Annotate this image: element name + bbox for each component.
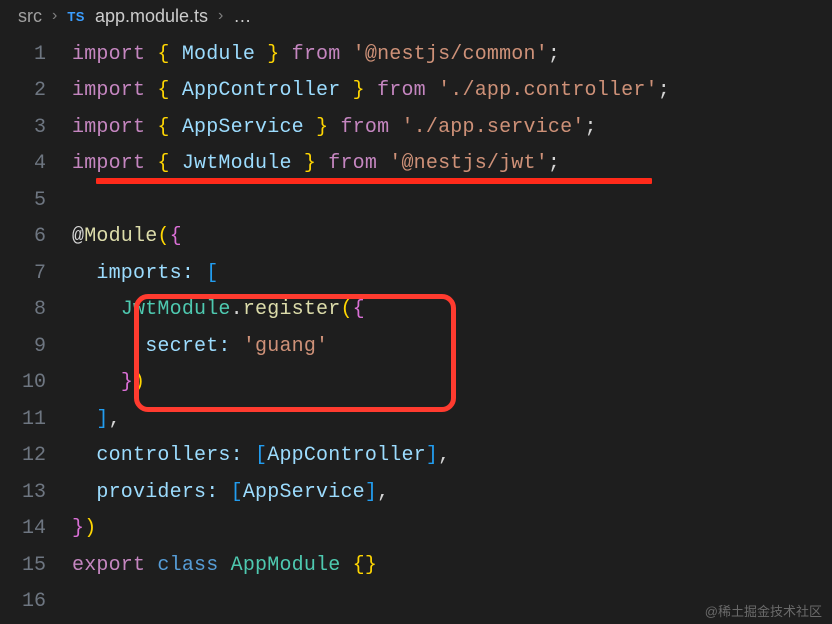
code-text: export class AppModule {}: [72, 554, 377, 577]
code-text: }): [72, 517, 96, 540]
line-number: 5: [0, 189, 72, 212]
code-line[interactable]: 1 import { Module } from '@nestjs/common…: [0, 36, 832, 73]
code-line[interactable]: 13 providers: [AppService],: [0, 474, 832, 511]
breadcrumb-more[interactable]: …: [233, 6, 251, 27]
code-line[interactable]: 3 import { AppService } from './app.serv…: [0, 109, 832, 146]
code-line[interactable]: 10 }): [0, 365, 832, 402]
code-text: secret: 'guang': [72, 335, 328, 358]
code-line[interactable]: 9 secret: 'guang': [0, 328, 832, 365]
line-number: 15: [0, 554, 72, 577]
line-number: 11: [0, 408, 72, 431]
code-line[interactable]: 7 imports: [: [0, 255, 832, 292]
breadcrumb[interactable]: src › TS app.module.ts › …: [0, 0, 832, 32]
chevron-right-icon: ›: [218, 7, 223, 25]
code-text: ],: [72, 408, 121, 431]
line-number: 4: [0, 152, 72, 175]
code-text: import { Module } from '@nestjs/common';: [72, 43, 560, 66]
code-line[interactable]: 11 ],: [0, 401, 832, 438]
code-text: import { AppService } from './app.servic…: [72, 116, 597, 139]
line-number: 3: [0, 116, 72, 139]
line-number: 2: [0, 79, 72, 102]
line-number: 6: [0, 225, 72, 248]
line-number: 7: [0, 262, 72, 285]
code-text: @Module({: [72, 225, 182, 248]
watermark: @稀土掘金技术社区: [705, 601, 822, 620]
code-editor[interactable]: 1 import { Module } from '@nestjs/common…: [0, 32, 832, 620]
line-number: 8: [0, 298, 72, 321]
code-text: import { JwtModule } from '@nestjs/jwt';: [72, 152, 560, 175]
code-text: controllers: [AppController],: [72, 444, 450, 467]
line-number: 13: [0, 481, 72, 504]
line-number: 16: [0, 590, 72, 613]
code-line[interactable]: 5: [0, 182, 832, 219]
code-text: JwtModule.register({: [72, 298, 365, 321]
code-text: providers: [AppService],: [72, 481, 389, 504]
code-line[interactable]: 8 JwtModule.register({: [0, 292, 832, 329]
code-line[interactable]: 4 import { JwtModule } from '@nestjs/jwt…: [0, 146, 832, 183]
code-text: import { AppController } from './app.con…: [72, 79, 670, 102]
code-line[interactable]: 2 import { AppController } from './app.c…: [0, 73, 832, 110]
annotation-underline: [96, 178, 652, 184]
code-line[interactable]: 12 controllers: [AppController],: [0, 438, 832, 475]
line-number: 14: [0, 517, 72, 540]
code-text: imports: [: [72, 262, 218, 285]
breadcrumb-folder[interactable]: src: [18, 6, 42, 27]
code-line[interactable]: 15 export class AppModule {}: [0, 547, 832, 584]
line-number: 12: [0, 444, 72, 467]
line-number: 9: [0, 335, 72, 358]
code-line[interactable]: 14 }): [0, 511, 832, 548]
code-line[interactable]: 6 @Module({: [0, 219, 832, 256]
chevron-right-icon: ›: [52, 7, 57, 25]
breadcrumb-file[interactable]: app.module.ts: [95, 6, 208, 27]
typescript-icon: TS: [67, 9, 85, 24]
line-number: 1: [0, 43, 72, 66]
code-text: }): [72, 371, 145, 394]
line-number: 10: [0, 371, 72, 394]
